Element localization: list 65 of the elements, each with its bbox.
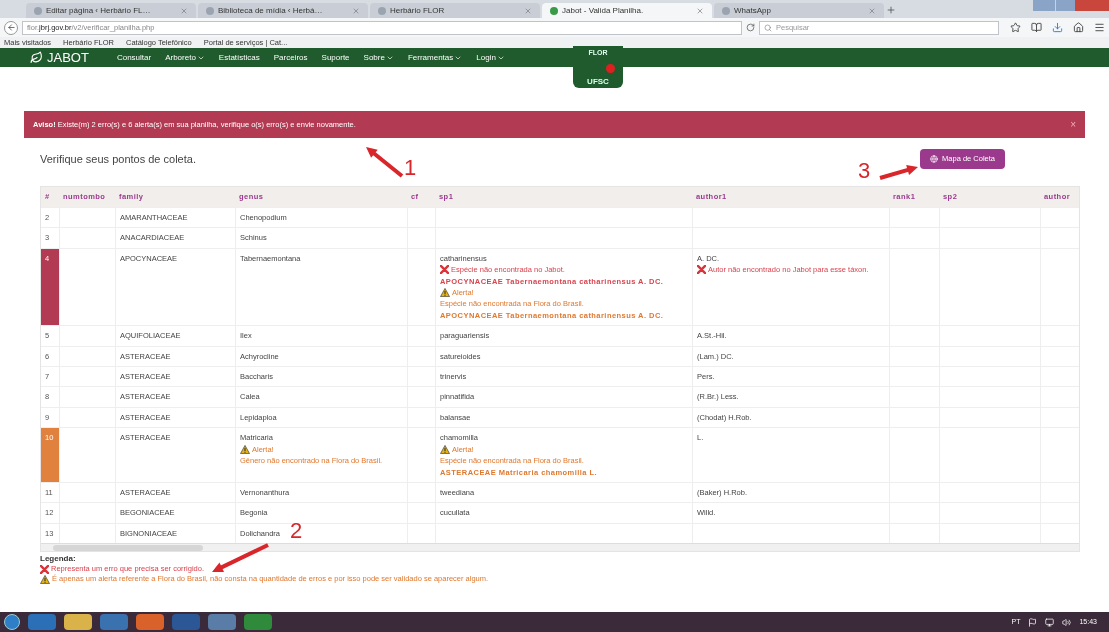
logo-text: UFSC (587, 78, 609, 86)
annotation-arrow (363, 144, 405, 179)
new-tab-icon[interactable] (886, 5, 896, 15)
menu-icon[interactable] (1094, 22, 1105, 33)
close-tab-icon[interactable] (180, 6, 188, 15)
horizontal-scrollbar[interactable] (41, 543, 1079, 552)
error-icon (697, 265, 706, 275)
flag-icon[interactable] (1028, 617, 1038, 627)
nav-link[interactable]: Ferramentas (407, 51, 463, 64)
nav-link[interactable]: Arboreto (165, 51, 205, 64)
home-icon[interactable] (1073, 22, 1084, 33)
close-tab-icon[interactable] (868, 6, 876, 15)
reload-icon[interactable] (746, 23, 755, 32)
error-icon (440, 265, 449, 275)
favicon-icon (206, 6, 214, 15)
maximize-button[interactable] (1055, 0, 1075, 11)
brand-logo[interactable]: JABOT (47, 47, 89, 68)
annotation-number: 3 (858, 160, 871, 182)
volume-icon[interactable] (1062, 617, 1072, 627)
error-icon (40, 564, 49, 574)
leaf-icon (30, 51, 43, 64)
legend-title: Legenda: (40, 554, 77, 565)
warning-icon (440, 288, 450, 298)
browser-tab[interactable]: WhatsApp (714, 3, 884, 18)
favicon-icon (550, 6, 558, 15)
warning-icon (240, 444, 250, 454)
annotation-number: 1 (404, 157, 417, 179)
star-icon[interactable] (1010, 22, 1021, 33)
app-icon[interactable] (208, 614, 236, 630)
excel-icon[interactable] (244, 614, 272, 630)
search-icon (764, 23, 772, 32)
folder-icon[interactable] (64, 614, 92, 630)
word-icon[interactable] (172, 614, 200, 630)
browser-tab[interactable]: Jabot - Valida Planilha. (542, 3, 712, 18)
close-tab-icon[interactable] (696, 6, 704, 15)
browser-tab[interactable]: Biblioteca de mídia ‹ Herbá… (198, 3, 368, 18)
globe-icon (930, 155, 939, 163)
favicon-icon (722, 6, 730, 15)
back-arrow-icon (6, 23, 16, 32)
scrollbar-thumb[interactable] (53, 544, 203, 551)
start-icon[interactable] (4, 614, 20, 630)
browser-tab[interactable]: Herbário FLOR (370, 3, 540, 18)
warning-icon (440, 444, 450, 454)
nav-link[interactable]: Estatísticas (218, 51, 260, 64)
warning-icon (40, 574, 50, 584)
back-button[interactable] (4, 20, 18, 35)
bookmarks-icon[interactable] (1031, 22, 1042, 33)
browser-tab[interactable]: Editar página ‹ Herbário FL… (26, 3, 196, 18)
browser-icon[interactable] (28, 614, 56, 630)
favicon-icon (378, 6, 386, 15)
page-heading: Verifique seus pontos de coleta. (40, 151, 196, 167)
firefox-icon[interactable] (136, 614, 164, 630)
close-tab-icon[interactable] (524, 6, 532, 15)
nav-link[interactable]: Parceiros (273, 51, 308, 64)
nav-link[interactable]: Login (476, 51, 505, 64)
nav-link[interactable]: Sobre (363, 51, 394, 64)
annotation-number: 2 (290, 520, 303, 542)
annotation-arrow (209, 542, 271, 575)
close-tab-icon[interactable] (352, 6, 360, 15)
network-icon[interactable] (1045, 617, 1055, 627)
download-icon[interactable] (1052, 22, 1063, 33)
nav-link[interactable]: Suporte (321, 51, 350, 64)
nav-link[interactable]: Consultar (116, 51, 152, 64)
favicon-icon (34, 6, 42, 15)
app-icon[interactable] (100, 614, 128, 630)
